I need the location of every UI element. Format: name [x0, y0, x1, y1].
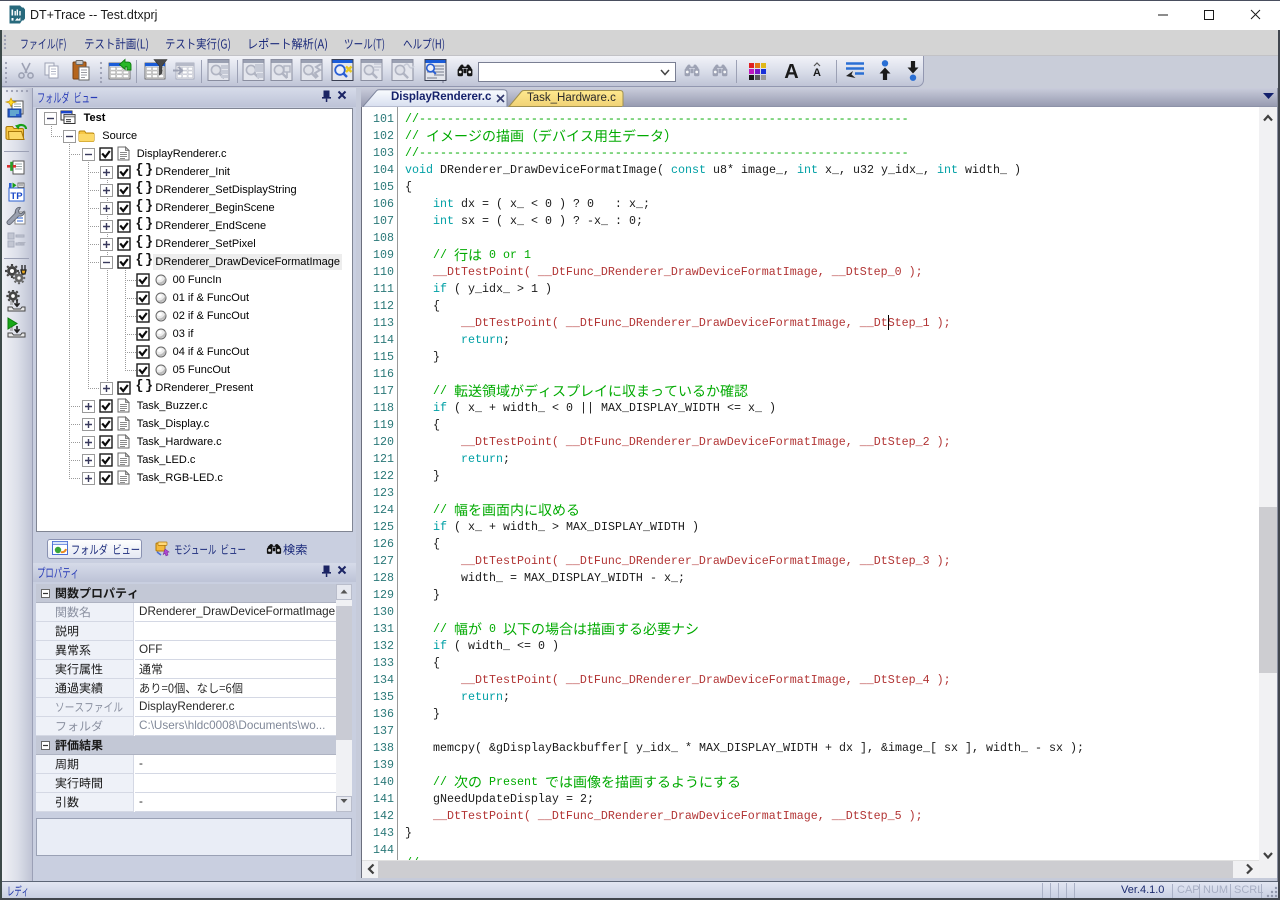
svg-text:TP: TP [10, 191, 23, 202]
svg-text:A: A [784, 61, 798, 82]
svg-text:A: A [813, 67, 821, 79]
